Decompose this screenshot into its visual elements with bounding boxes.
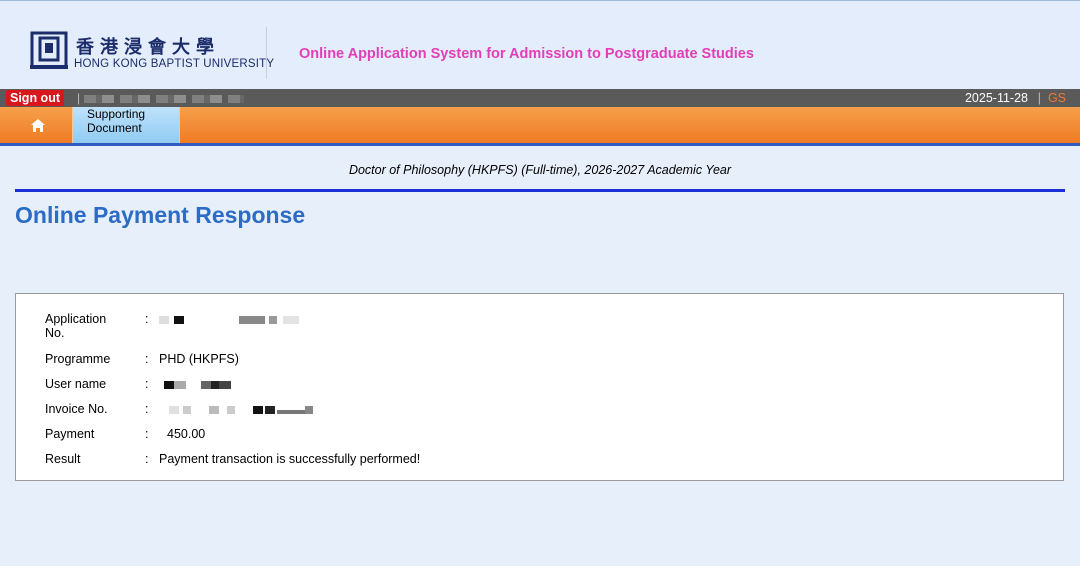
redacted-block: [211, 381, 219, 389]
logo-english-name: HONG KONG BAPTIST UNIVERSITY: [74, 58, 275, 70]
logo-chinese-name: 香港浸會大學: [76, 37, 220, 58]
bar-separator: |: [77, 91, 81, 105]
payment-value: 450.00: [167, 427, 206, 441]
colon: :: [145, 427, 149, 441]
colon: :: [145, 312, 149, 326]
heading-divider: [15, 189, 1065, 192]
redacted-block: [174, 316, 184, 324]
redacted-block: [239, 316, 265, 324]
result-label: Result: [45, 452, 81, 466]
redacted-block: [174, 381, 186, 389]
payment-label: Payment: [45, 427, 95, 441]
current-date: 2025-11-28: [964, 91, 1028, 105]
programme-value: PHD (HKPFS): [159, 352, 239, 366]
redacted-block: [159, 316, 169, 324]
colon: :: [145, 452, 149, 466]
page-title: Online Payment Response: [15, 202, 306, 228]
colon: :: [145, 402, 149, 416]
redacted-block: [265, 406, 275, 414]
redacted-block: [169, 406, 179, 414]
logo-divider: [266, 27, 267, 79]
header: 香港浸會大學 HONG KONG BAPTIST UNIVERSITY Onli…: [0, 0, 1080, 90]
bar-pipe: |: [1037, 91, 1041, 105]
result-value: Payment transaction is successfully perf…: [159, 452, 421, 466]
top-bar: Sign out | 2025-11-28 | GS: [0, 89, 1080, 107]
payment-info-panel: Application No. : Programme : PHD (HKPFS…: [15, 293, 1064, 481]
redacted-block: [183, 406, 191, 414]
gs-link[interactable]: GS: [1048, 91, 1066, 105]
redacted-block: [269, 316, 277, 324]
programme-heading: Doctor of Philosophy (HKPFS) (Full-time)…: [348, 163, 732, 177]
redacted-block: [283, 316, 299, 324]
invoice-no-label: Invoice No.: [45, 402, 108, 416]
logo-emblem-icon: [30, 31, 68, 69]
sign-out-button[interactable]: Sign out: [6, 90, 64, 106]
user-name-label: User name: [45, 377, 107, 391]
redacted-block: [227, 406, 235, 414]
user-id-redacted: [84, 95, 244, 103]
system-title: Online Application System for Admission …: [299, 46, 754, 62]
colon: :: [145, 377, 149, 391]
redacted-block: [201, 381, 211, 389]
redacted-block: [209, 406, 219, 414]
redacted-block: [305, 406, 313, 414]
tab-supporting-document[interactable]: Supporting Document: [72, 107, 180, 143]
application-no-label: Application No.: [45, 312, 107, 340]
redacted-block: [164, 381, 174, 389]
programme-label: Programme: [45, 352, 111, 366]
nav-bar: Supporting Document: [0, 107, 1080, 146]
redacted-block: [253, 406, 263, 414]
redacted-block: [277, 410, 305, 414]
tab-supporting-document-label: Supporting Document: [87, 107, 146, 135]
colon: :: [145, 352, 149, 366]
home-icon[interactable]: [22, 117, 54, 135]
university-logo[interactable]: 香港浸會大學 HONG KONG BAPTIST UNIVERSITY: [30, 27, 274, 77]
redacted-block: [219, 381, 231, 389]
